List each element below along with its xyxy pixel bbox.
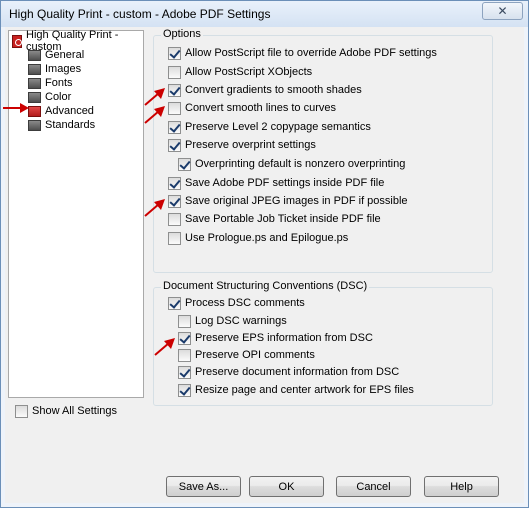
checkbox[interactable] (168, 65, 181, 79)
checkbox[interactable] (15, 404, 28, 418)
option-overprinting-nonzero[interactable]: Overprinting default is nonzero overprin… (178, 157, 405, 171)
option-label: Convert smooth lines to curves (185, 102, 337, 114)
tree-item-images[interactable]: Images (28, 62, 81, 76)
option-label: Preserve document information from DSC (195, 366, 400, 378)
checkbox[interactable] (178, 383, 191, 397)
page-icon (28, 49, 41, 61)
option-save-job-ticket[interactable]: Save Portable Job Ticket inside PDF file (168, 212, 381, 226)
help-button[interactable]: Help (424, 476, 499, 497)
tree-item-label: Advanced (45, 105, 94, 117)
option-label: Save original JPEG images in PDF if poss… (185, 195, 408, 207)
checkbox[interactable] (168, 296, 181, 310)
option-label: Preserve overprint settings (185, 139, 316, 151)
checkbox[interactable] (168, 212, 181, 226)
checkbox[interactable] (178, 331, 191, 345)
option-label: Allow PostScript XObjects (185, 66, 313, 78)
checkbox[interactable] (178, 157, 191, 171)
tree-item-label: Images (45, 63, 82, 75)
option-label: Allow PostScript file to override Adobe … (185, 47, 437, 59)
option-convert-smooth-lines[interactable]: Convert smooth lines to curves (168, 101, 336, 115)
option-label: Overprinting default is nonzero overprin… (195, 158, 406, 170)
dsc-process-comments[interactable]: Process DSC comments (168, 296, 305, 310)
title-bar: High Quality Print - custom - Adobe PDF … (1, 1, 528, 27)
annotation-arrow-preserve-eps (154, 338, 175, 356)
tree-item-label: Color (45, 91, 72, 103)
tree-item-general[interactable]: General (28, 48, 84, 62)
checkbox[interactable] (178, 348, 191, 362)
tree-item-advanced[interactable]: Advanced (28, 104, 94, 118)
option-preserve-overprint[interactable]: Preserve overprint settings (168, 138, 316, 152)
tree-item-label: Standards (45, 119, 96, 131)
option-convert-gradients[interactable]: Convert gradients to smooth shades (168, 83, 362, 97)
tree-item-label: Fonts (45, 77, 73, 89)
checkbox[interactable] (168, 120, 181, 134)
tree-item-color[interactable]: Color (28, 90, 71, 104)
show-all-settings[interactable]: Show All Settings (15, 404, 117, 418)
adobe-pdf-icon (12, 34, 23, 48)
checkbox[interactable] (168, 138, 181, 152)
close-button[interactable]: ✕ (482, 2, 523, 20)
options-legend: Options (161, 28, 203, 40)
close-icon: ✕ (497, 4, 508, 18)
annotation-arrow-save-jpeg (144, 199, 165, 217)
dialog-body: High Quality Print - custom General Imag… (5, 27, 524, 503)
adobe-pdf-settings-window: High Quality Print - custom - Adobe PDF … (0, 0, 529, 508)
tree-item-label: General (45, 49, 85, 61)
cancel-button[interactable]: Cancel (336, 476, 411, 497)
page-icon (28, 63, 41, 75)
dsc-legend: Document Structuring Conventions (DSC) (161, 280, 370, 292)
option-save-pdf-settings[interactable]: Save Adobe PDF settings inside PDF file (168, 176, 384, 190)
checkbox[interactable] (168, 194, 181, 208)
option-label: Preserve EPS information from DSC (195, 332, 373, 344)
checkbox[interactable] (178, 365, 191, 379)
option-label: Resize page and center artwork for EPS f… (195, 384, 414, 396)
option-preserve-level2-copypage[interactable]: Preserve Level 2 copypage semantics (168, 120, 371, 134)
option-label: Save Adobe PDF settings inside PDF file (185, 177, 385, 189)
window-title: High Quality Print - custom - Adobe PDF … (9, 7, 271, 21)
dsc-preserve-eps-info[interactable]: Preserve EPS information from DSC (178, 331, 373, 345)
checkbox[interactable] (168, 83, 181, 97)
dsc-preserve-opi-comments[interactable]: Preserve OPI comments (178, 348, 315, 362)
option-use-prologue[interactable]: Use Prologue.ps and Epilogue.ps (168, 231, 348, 245)
checkbox[interactable] (178, 314, 191, 328)
option-label: Process DSC comments (185, 297, 305, 309)
checkbox[interactable] (168, 46, 181, 60)
option-allow-postscript-xobjects[interactable]: Allow PostScript XObjects (168, 65, 312, 79)
checkbox[interactable] (168, 101, 181, 115)
option-save-original-jpeg[interactable]: Save original JPEG images in PDF if poss… (168, 194, 408, 208)
page-icon (28, 119, 41, 131)
tree-item-fonts[interactable]: Fonts (28, 76, 73, 90)
option-label: Use Prologue.ps and Epilogue.ps (185, 232, 349, 244)
annotation-arrow-smooth-lines (144, 106, 165, 124)
page-icon (28, 77, 41, 89)
dsc-resize-page-center[interactable]: Resize page and center artwork for EPS f… (178, 383, 414, 397)
checkbox[interactable] (168, 176, 181, 190)
option-label: Preserve OPI comments (195, 349, 315, 361)
show-all-settings-label: Show All Settings (32, 405, 117, 417)
option-label: Preserve Level 2 copypage semantics (185, 121, 371, 133)
checkbox[interactable] (168, 231, 181, 245)
option-label: Save Portable Job Ticket inside PDF file (185, 213, 381, 225)
dsc-preserve-document-info[interactable]: Preserve document information from DSC (178, 365, 399, 379)
annotation-arrow-advanced (3, 103, 29, 113)
tree-item-standards[interactable]: Standards (28, 118, 95, 132)
option-label: Convert gradients to smooth shades (185, 84, 362, 96)
tree-root[interactable]: High Quality Print - custom (12, 29, 143, 53)
dsc-log-warnings[interactable]: Log DSC warnings (178, 314, 287, 328)
ok-button[interactable]: OK (249, 476, 324, 497)
option-label: Log DSC warnings (195, 315, 287, 327)
save-as-button[interactable]: Save As... (166, 476, 241, 497)
option-allow-postscript-override[interactable]: Allow PostScript file to override Adobe … (168, 46, 437, 60)
settings-tree: High Quality Print - custom General Imag… (8, 29, 144, 398)
